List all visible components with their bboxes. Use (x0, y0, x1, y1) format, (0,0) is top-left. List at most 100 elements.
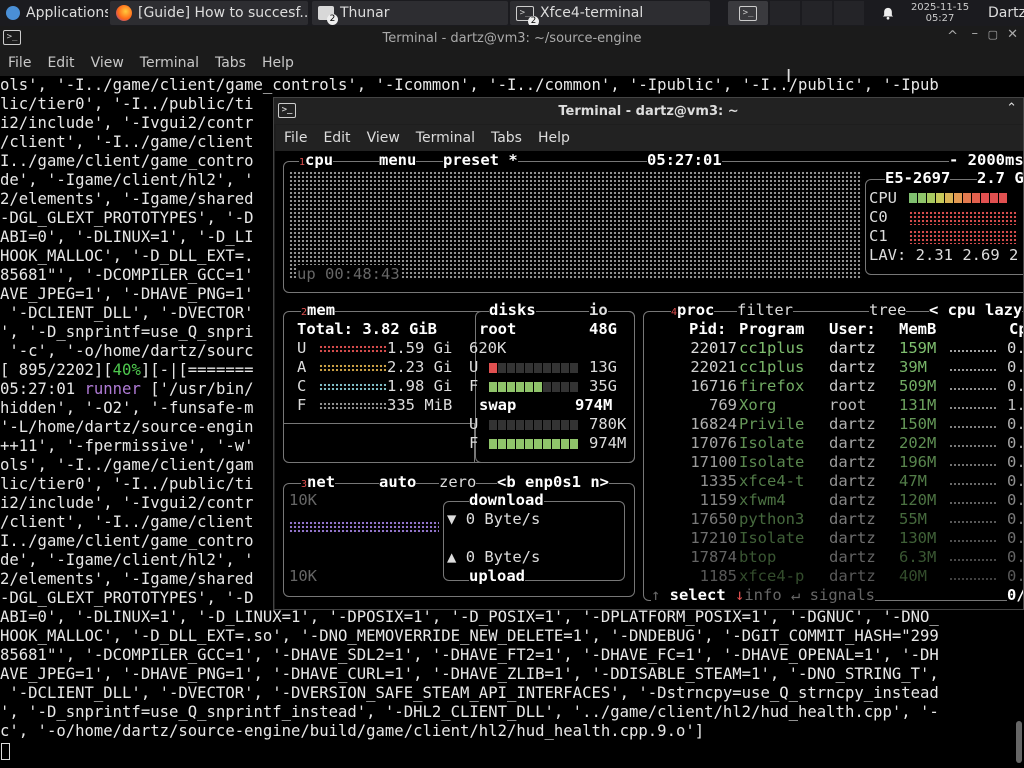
load-average-label: LAV: (869, 246, 907, 264)
cpu-update-rate[interactable]: - 2000ms (949, 151, 1023, 169)
process-row[interactable]: 16824Privile dartz 150M 0. (647, 415, 1023, 434)
process-prog: xfwm4 (739, 491, 786, 509)
info-button[interactable]: info (744, 586, 781, 604)
applications-menu-button[interactable]: Applications ≡ (0, 1, 108, 25)
disks-title[interactable]: disks (489, 301, 536, 319)
process-row[interactable]: 17650python3 dartz 55M 0. (647, 510, 1023, 529)
menu-tabs[interactable]: Tabs (207, 55, 254, 71)
maximize-button[interactable]: ▢ (988, 28, 998, 41)
minimize-button[interactable]: – (972, 26, 979, 41)
meter-segment (498, 382, 506, 392)
workspace-3[interactable] (802, 1, 832, 25)
menu-tabs[interactable]: Tabs (483, 130, 530, 146)
select-down-icon: ↓ (725, 586, 745, 604)
process-row[interactable]: 1185xfce4-p dartz 40M 0. (647, 567, 1023, 586)
process-cpu-graph (949, 387, 997, 391)
cpu-menu-button[interactable]: menu (379, 151, 417, 169)
scrollbar[interactable] (1016, 721, 1022, 763)
clock-time: 05:27 (925, 13, 955, 24)
process-row[interactable]: 17210Isolate dartz 130M 0. (647, 529, 1023, 548)
cpu-preset-button[interactable]: preset * (443, 151, 518, 169)
process-row[interactable]: 22021cc1plus dartz 39M 0. (647, 358, 1023, 377)
process-cpu: 0. (1007, 529, 1023, 547)
taskbar-item-firefox[interactable]: [Guide] How to succesf... (110, 1, 308, 25)
build-progress-line: [ 895/2202][40%][-|[======= (0, 361, 254, 380)
workspace-4[interactable] (834, 1, 864, 25)
process-cpu: 0. (1007, 377, 1023, 395)
proc-col-memb[interactable]: MemB (899, 320, 936, 338)
proc-sort-selector[interactable]: < cpu lazy (929, 301, 1023, 319)
window-menu-arrow-icon[interactable]: ⌃ (1006, 101, 1017, 116)
disks-io-toggle[interactable]: io (589, 301, 608, 319)
menu-help[interactable]: Help (530, 130, 578, 146)
signals-button[interactable]: signals (810, 586, 875, 604)
applications-label: Applications (26, 5, 108, 21)
menu-view[interactable]: View (359, 130, 408, 146)
terminal-line: de', '-Igame/client/hl2', ' (0, 551, 254, 569)
process-row[interactable]: 769Xorg root 131M 1. (647, 396, 1023, 415)
process-row[interactable]: 17100Isolate dartz 196M 0. (647, 453, 1023, 472)
proc-filter-button[interactable]: filter (737, 301, 793, 319)
process-pid: 769 (709, 396, 737, 414)
meter-segment (498, 420, 506, 430)
minimize-icon[interactable]: ^ (947, 29, 958, 44)
menu-file[interactable]: File (276, 130, 315, 146)
menu-help[interactable]: Help (254, 55, 302, 71)
user-menu[interactable]: Dartz (982, 1, 1024, 25)
workspace-2[interactable] (770, 1, 800, 25)
close-button[interactable]: ✕ (1007, 27, 1018, 42)
meter-segment (525, 420, 533, 430)
mem-inner-box (283, 423, 475, 463)
notification-bell-icon[interactable] (876, 1, 900, 25)
proc-col-pid[interactable]: Pid: (689, 320, 726, 338)
process-user: dartz (829, 415, 876, 433)
menu-file[interactable]: File (0, 55, 39, 71)
terminal-line: AVE_JPEG=1', '-DHAVE_PNG=1' (0, 285, 254, 303)
disk-root-size: 48G (589, 320, 617, 338)
window-titlebar[interactable]: >_ Terminal - dartz@vm3: ~ ⌃ (274, 98, 1023, 124)
process-row[interactable]: 1335xfce4-t dartz 47M 0. (647, 472, 1023, 491)
meter-segment (534, 439, 542, 449)
proc-tree-toggle[interactable]: tree (869, 301, 907, 319)
cpu-uptime: up 00:48:43 (297, 265, 400, 283)
process-row[interactable]: 22017cc1plus dartz 159M 0. (647, 339, 1023, 358)
window-titlebar[interactable]: >_ Terminal - dartz@vm3: ~/source-engine… (0, 26, 1024, 50)
select-label[interactable]: select (670, 586, 726, 604)
proc-col-cpu[interactable]: Cp (1009, 320, 1023, 338)
menu-edit[interactable]: Edit (315, 130, 358, 146)
taskbar-item-thunar[interactable]: 2 Thunar (312, 1, 508, 25)
menu-terminal[interactable]: Terminal (408, 130, 483, 146)
swap-size: 974M (575, 396, 613, 414)
process-row[interactable]: 17874btop dartz 6.3M 0. (647, 548, 1023, 567)
upload-arrow-icon: ▲ (447, 548, 457, 566)
proc-col-program[interactable]: Program (739, 320, 804, 338)
process-cpu: 0. (1007, 415, 1023, 433)
net-zero-toggle[interactable]: zero (439, 473, 477, 491)
mem-header: 2mem (301, 301, 336, 319)
meter-segment (525, 382, 533, 392)
terminal-line: '-DCLIENT_DLL', '-DVECTOR' (0, 304, 254, 322)
process-row[interactable]: 1159xfwm4 dartz 120M 0. (647, 491, 1023, 510)
cpu-clock: 05:27:01 (647, 151, 722, 169)
process-row[interactable]: 17076Isolate dartz 202M 0. (647, 434, 1023, 453)
runner-line: 05:27:01 runner ['/usr/bin/ (0, 380, 254, 399)
process-row[interactable]: 16716firefox dartz 509M 0. (647, 377, 1023, 396)
btop-monitor[interactable]: 1cpu menu preset * 05:27:01 - 2000ms up … (275, 151, 1023, 609)
workspace-switcher[interactable]: >_ (728, 1, 768, 25)
net-auto-toggle[interactable]: auto (379, 473, 417, 491)
menu-terminal[interactable]: Terminal (132, 55, 207, 71)
proc-col-user[interactable]: User: (829, 320, 876, 338)
terminal-line: ols', '-I../game/client/game_controls', … (0, 76, 939, 94)
terminal-line: 85681"', '-DCOMPILER_GCC=1', '-DHAVE_SDL… (0, 646, 939, 664)
menu-edit[interactable]: Edit (39, 55, 82, 71)
menu-view[interactable]: View (83, 55, 132, 71)
disk-usage-meter (489, 363, 578, 373)
load-average-values: 2.31 2.69 2 (915, 246, 1019, 264)
mem-row-graph (319, 402, 387, 410)
mem-row-graph (319, 383, 387, 391)
clock[interactable]: 2025-11-15 05:27 (904, 1, 976, 25)
process-pid: 1335 (699, 472, 737, 490)
terminal-line: 85681"', '-DCOMPILER_GCC=1' (0, 266, 254, 284)
net-interface-selector[interactable]: <b enp0s1 n> (497, 473, 609, 491)
taskbar-item-terminal[interactable]: >_ 2 Xfce4-terminal (510, 1, 710, 25)
